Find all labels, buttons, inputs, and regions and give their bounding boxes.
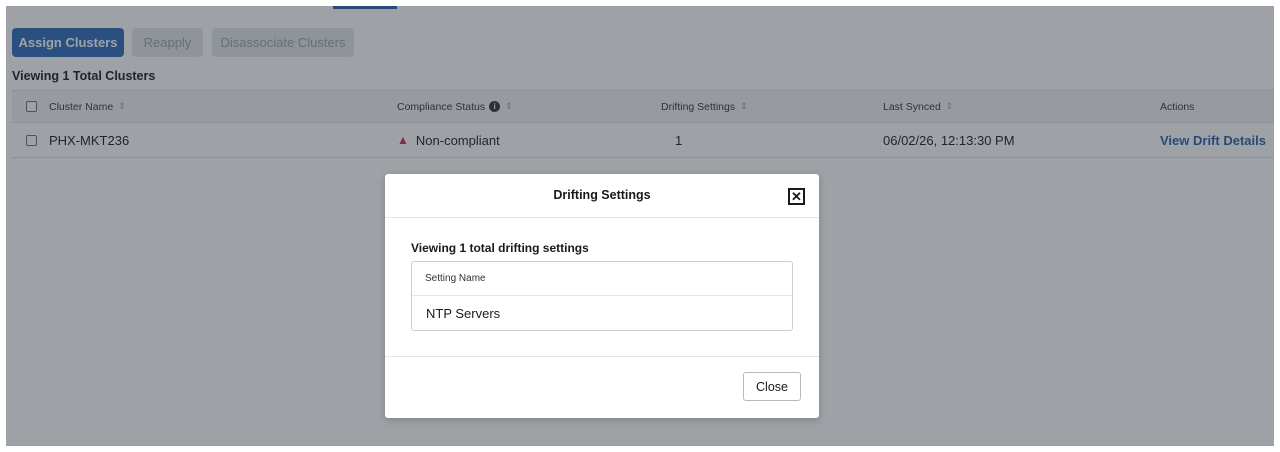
page: Assign Clusters Reapply Disassociate Clu… [6,6,1274,446]
modal-footer-divider [385,356,819,357]
list-item: NTP Servers [426,305,501,321]
modal-subtitle: Viewing 1 total drifting settings [411,241,589,255]
setting-name-header: Setting Name [412,262,792,296]
drifting-settings-table: Setting Name NTP Servers [411,261,793,331]
close-icon[interactable]: ✕ [788,188,805,205]
close-button[interactable]: Close [743,372,801,401]
modal-header: Drifting Settings ✕ [385,174,819,218]
modal-title: Drifting Settings [553,188,651,202]
drifting-settings-modal: Drifting Settings ✕ Viewing 1 total drif… [385,174,819,418]
